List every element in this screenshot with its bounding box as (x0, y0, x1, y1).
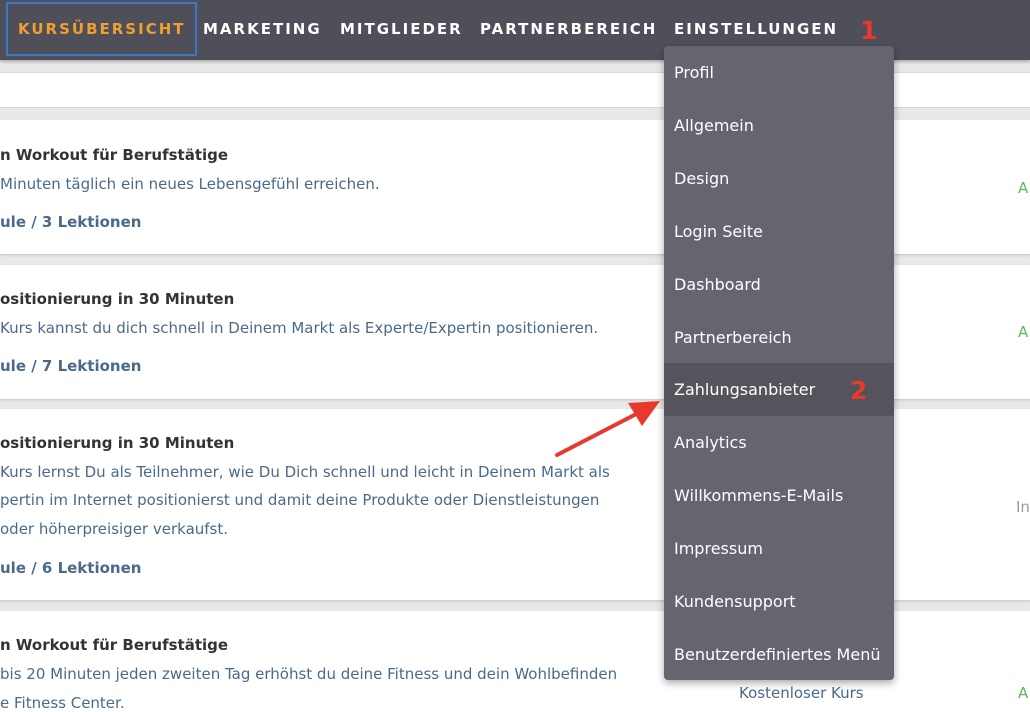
course-title[interactable]: ositionierung in 30 Minuten (0, 290, 234, 308)
course-description-line: pertin im Internet positionierst und dam… (0, 491, 600, 509)
menu-item-partnerbereich[interactable]: Partnerbereich (664, 311, 894, 364)
course-description: Minuten täglich ein neues Lebensgefühl e… (0, 175, 380, 193)
course-price-badge: Kostenloser Kurs (739, 684, 864, 702)
menu-item-benutzerdefiniertes-menue[interactable]: Benutzerdefiniertes Menü (664, 628, 894, 680)
nav-kursuebersicht[interactable]: KURSÜBERSICHT (6, 2, 198, 56)
course-description-line: e Fitness Center. (0, 694, 125, 712)
course-description: Kurs kannst du dich schnell in Deinem Ma… (0, 319, 599, 337)
menu-item-kundensupport[interactable]: Kundensupport (664, 575, 894, 628)
course-description-line: Kurs lernst Du als Teilnehmer, wie Du Di… (0, 463, 610, 481)
course-title[interactable]: n Workout für Berufstätige (0, 636, 228, 654)
menu-item-login-seite[interactable]: Login Seite (664, 205, 894, 258)
annotation-arrow-icon (555, 401, 660, 457)
settings-dropdown-menu: Profil Allgemein Design Login Seite Dash… (664, 46, 894, 680)
course-modules-count: ule / 6 Lektionen (0, 559, 142, 577)
annotation-step-2: 2 (850, 376, 868, 405)
course-status: A (1018, 684, 1029, 702)
course-modules-count: ule / 7 Lektionen (0, 357, 142, 375)
nav-marketing[interactable]: MARKETING (203, 0, 322, 58)
nav-partnerbereich[interactable]: PARTNERBEREICH (480, 0, 657, 58)
nav-mitglieder[interactable]: MITGLIEDER (340, 0, 463, 58)
menu-item-analytics[interactable]: Analytics (664, 416, 894, 469)
menu-item-design[interactable]: Design (664, 152, 894, 205)
menu-item-impressum[interactable]: Impressum (664, 522, 894, 575)
course-status: In (1016, 498, 1030, 516)
menu-item-profil[interactable]: Profil (664, 46, 894, 99)
annotation-step-1: 1 (860, 16, 878, 45)
course-description-line: bis 20 Minuten jeden zweiten Tag erhöhst… (0, 665, 618, 683)
course-title[interactable]: ositionierung in 30 Minuten (0, 434, 234, 452)
course-status: A (1018, 323, 1029, 341)
menu-item-dashboard[interactable]: Dashboard (664, 258, 894, 311)
course-status: A (1018, 179, 1029, 197)
menu-item-allgemein[interactable]: Allgemein (664, 99, 894, 152)
course-modules-count: ule / 3 Lektionen (0, 213, 142, 231)
course-description-line: oder höherpreisiger verkaufst. (0, 520, 229, 538)
menu-item-willkommens-e-mails[interactable]: Willkommens-E-Mails (664, 469, 894, 522)
course-title[interactable]: n Workout für Berufstätige (0, 146, 228, 164)
